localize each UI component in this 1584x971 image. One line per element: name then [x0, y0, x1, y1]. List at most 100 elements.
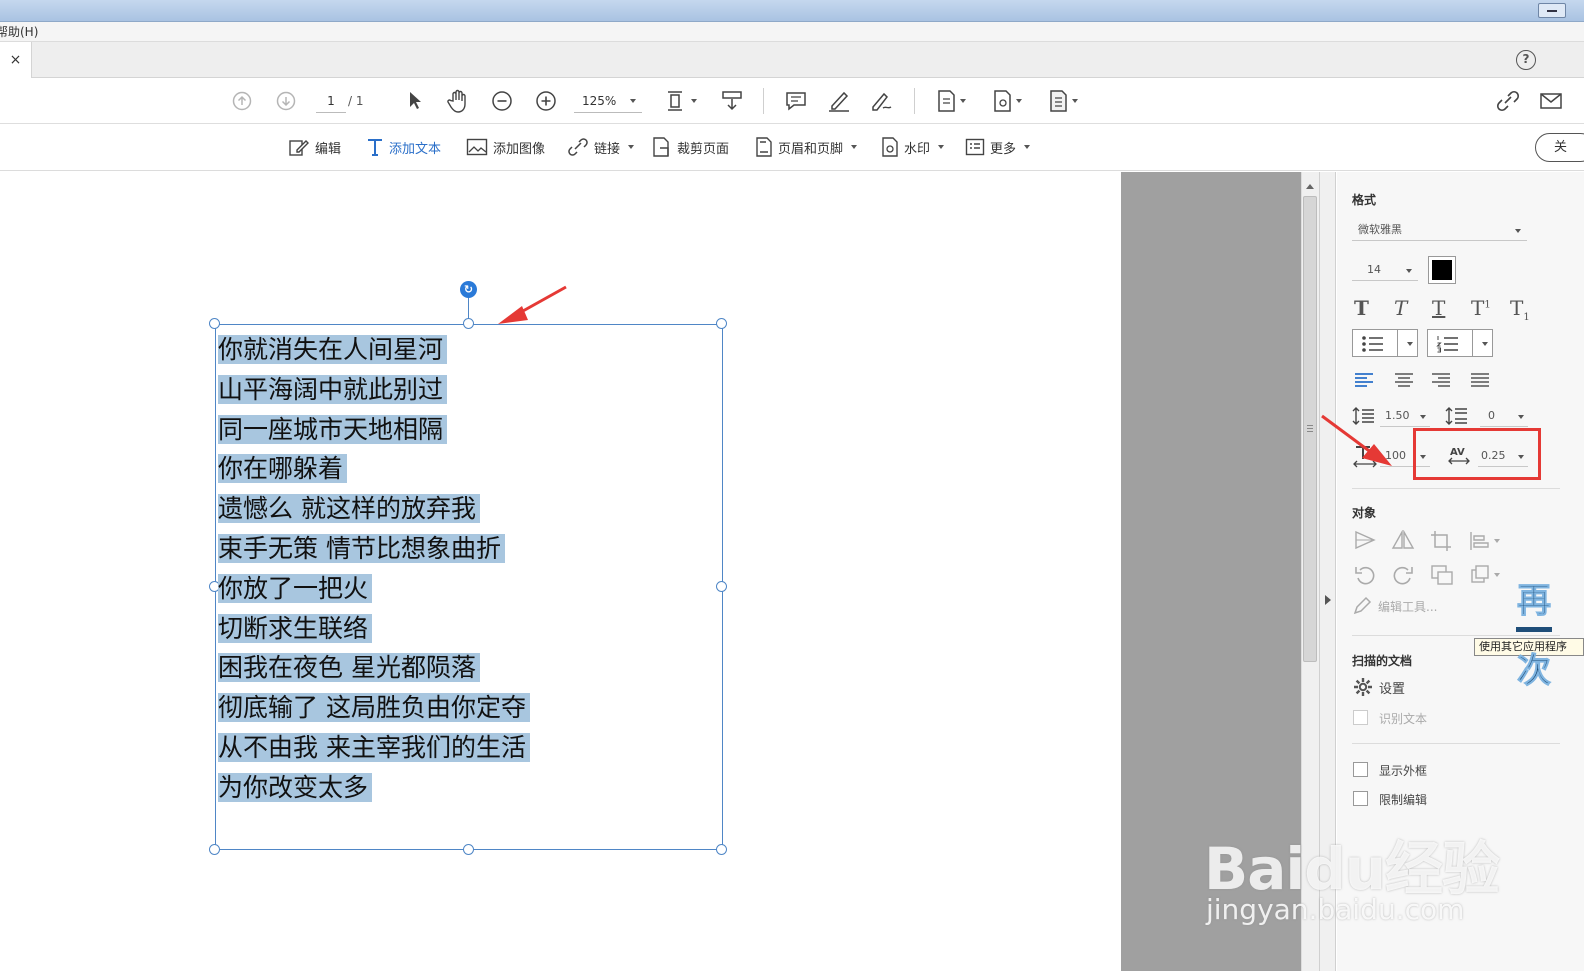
edit-button[interactable]: 编辑	[288, 135, 341, 159]
create-pdf-icon[interactable]	[934, 88, 970, 114]
chevron-right-icon	[1325, 595, 1331, 605]
link-button[interactable]: 链接	[567, 135, 635, 159]
share-link-icon[interactable]	[1494, 88, 1522, 114]
organize-pdf-icon[interactable]	[1046, 88, 1082, 114]
annotation-arrow-icon	[1321, 414, 1392, 466]
bullet-list-icon	[1362, 336, 1383, 352]
align-left-icon[interactable]	[1354, 372, 1374, 388]
title-bar	[0, 0, 1584, 22]
more-icon	[965, 138, 985, 156]
font-family-select[interactable]: 微软雅黑	[1352, 220, 1527, 241]
header-footer-label: 页眉和页脚	[778, 141, 844, 157]
page-number-input[interactable]: 1	[316, 89, 346, 113]
resize-handle-sw[interactable]	[209, 844, 220, 855]
tab-close-button[interactable]: ×	[0, 42, 32, 78]
highlight-icon[interactable]	[826, 89, 852, 113]
fit-page-icon[interactable]	[664, 88, 700, 114]
font-size-select[interactable]: 14	[1352, 260, 1418, 281]
settings-button[interactable]: 设置	[1353, 677, 1405, 697]
edit-tools-label: 编辑工具...	[1378, 599, 1438, 614]
chevron-down-icon	[1420, 415, 1426, 419]
chevron-down-icon	[851, 145, 858, 149]
numbered-list-icon	[1436, 336, 1458, 353]
watermark-icon	[882, 137, 898, 157]
sign-icon[interactable]	[868, 89, 896, 113]
svg-text:次: 次	[1517, 651, 1551, 691]
arrange-icon[interactable]	[1468, 530, 1502, 552]
zoom-value: 125%	[582, 94, 617, 108]
resize-handle-se[interactable]	[716, 844, 727, 855]
align-justify-icon[interactable]	[1470, 372, 1490, 388]
page-total: / 1	[348, 94, 364, 108]
add-text-label: 添加文本	[389, 141, 442, 157]
crop-object-icon[interactable]	[1430, 530, 1452, 552]
text-line: 你就消失在人间星河	[218, 330, 530, 370]
restrict-editing-checkbox[interactable]	[1353, 791, 1368, 806]
object-title: 对象	[1352, 506, 1377, 520]
numbered-list-button[interactable]	[1427, 329, 1493, 357]
resize-handle-nw[interactable]	[209, 318, 220, 329]
rotate-right-icon[interactable]	[1392, 564, 1414, 586]
text-line: 你在哪躲着	[218, 449, 530, 489]
text-line: 困我在夜色 星光都陨落	[218, 648, 530, 688]
align-objects-icon[interactable]	[1470, 564, 1502, 586]
italic-icon[interactable]: T	[1394, 296, 1407, 320]
menu-help[interactable]: 帮助(H)	[0, 22, 38, 42]
paragraph-spacing-select[interactable]: 0	[1480, 406, 1528, 427]
font-name: 微软雅黑	[1358, 223, 1402, 236]
bold-icon[interactable]: T	[1354, 296, 1369, 320]
chevron-down-icon	[1406, 269, 1412, 273]
next-page-icon[interactable]	[275, 90, 297, 112]
more-button[interactable]: 更多	[965, 135, 1031, 159]
help-icon[interactable]: ?	[1516, 50, 1536, 70]
main-toolbar	[0, 79, 1584, 124]
zoom-out-icon[interactable]	[490, 89, 514, 113]
flip-horizontal-icon[interactable]	[1391, 530, 1415, 550]
hand-tool-icon[interactable]	[446, 88, 470, 114]
align-center-icon[interactable]	[1394, 372, 1414, 388]
crop-page-button[interactable]: 裁剪页面	[652, 135, 729, 159]
color-swatch	[1432, 260, 1452, 280]
resize-handle-ne[interactable]	[716, 318, 727, 329]
close-edit-button[interactable]: 关	[1535, 133, 1584, 162]
text-color-picker[interactable]	[1428, 256, 1456, 284]
align-right-icon[interactable]	[1431, 372, 1451, 388]
resize-handle-s[interactable]	[463, 844, 474, 855]
add-image-button[interactable]: 添加图像	[466, 135, 545, 159]
zoom-in-icon[interactable]	[534, 89, 558, 113]
flip-vertical-icon[interactable]	[1354, 530, 1376, 550]
prev-page-icon[interactable]	[231, 90, 253, 112]
edit-label: 编辑	[315, 141, 342, 157]
text-line: 为你改变太多	[218, 768, 530, 808]
text-line: 束手无策 情节比想象曲折	[218, 529, 530, 569]
chevron-down-icon	[938, 145, 945, 149]
more-label: 更多	[990, 141, 1017, 157]
subscript-icon[interactable]: T1	[1510, 296, 1530, 323]
add-text-button[interactable]: 添加文本	[366, 135, 441, 159]
rotate-handle-icon[interactable]: ↻	[460, 281, 477, 298]
scrollbar-thumb[interactable]	[1303, 196, 1317, 662]
header-footer-button[interactable]: 页眉和页脚	[755, 135, 858, 159]
annotation-highlight-box	[1413, 428, 1541, 480]
resize-handle-e[interactable]	[716, 581, 727, 592]
comment-icon[interactable]	[784, 89, 808, 113]
scroll-mode-icon[interactable]	[719, 88, 745, 114]
email-icon[interactable]	[1538, 89, 1564, 113]
bullet-list-button[interactable]	[1352, 329, 1418, 357]
text-line: 同一座城市天地相隔	[218, 410, 530, 450]
export-pdf-icon[interactable]	[990, 88, 1026, 114]
watermark-button[interactable]: 水印	[881, 135, 945, 159]
recognize-text-checkbox[interactable]	[1353, 710, 1368, 725]
superscript-icon[interactable]: T1	[1471, 296, 1491, 320]
zoom-select[interactable]: 125%	[574, 89, 642, 113]
show-bounding-box-checkbox[interactable]	[1353, 762, 1368, 777]
minimize-button[interactable]	[1538, 3, 1566, 18]
select-tool-icon[interactable]	[404, 89, 426, 113]
rotate-left-icon[interactable]	[1354, 564, 1376, 586]
selected-text[interactable]: 你就消失在人间星河 山平海阔中就此别过 同一座城市天地相隔 你在哪躲着 遗憾么 …	[218, 330, 530, 808]
underline-icon[interactable]: T	[1432, 296, 1445, 320]
header-footer-icon	[756, 137, 772, 157]
resize-handle-n[interactable]	[463, 318, 474, 329]
replace-image-icon[interactable]	[1430, 564, 1454, 586]
edit-tools-button[interactable]: 编辑工具...	[1352, 596, 1437, 616]
